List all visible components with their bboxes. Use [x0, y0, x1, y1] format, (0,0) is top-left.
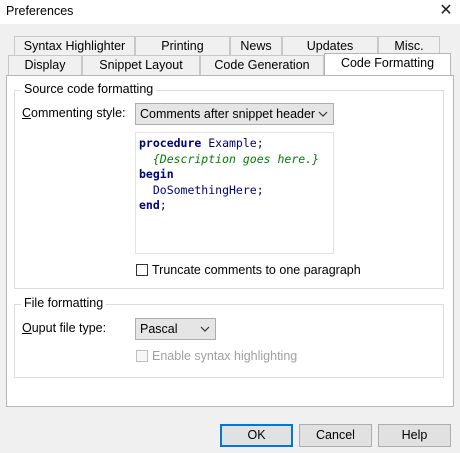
- code-token: Example;: [201, 136, 264, 150]
- tab-snippet-layout[interactable]: Snippet Layout: [82, 55, 200, 75]
- code-line: procedure Example;: [139, 136, 333, 152]
- code-token: begin: [139, 167, 174, 181]
- file-group-title: File formatting: [21, 296, 107, 310]
- truncate-comments-checkbox[interactable]: [136, 264, 148, 276]
- tab-news[interactable]: News: [230, 36, 282, 55]
- output-file-type-value: Pascal: [140, 322, 178, 336]
- code-line: begin: [139, 167, 333, 183]
- enable-syntax-highlighting-label: Enable syntax highlighting: [152, 349, 298, 363]
- commenting-style-value: Comments after snippet header: [140, 107, 316, 121]
- code-token: end: [139, 198, 160, 212]
- code-token: ;: [159, 198, 167, 212]
- tab-code-formatting[interactable]: Code Formatting: [324, 53, 451, 75]
- close-icon[interactable]: ✕: [436, 1, 456, 21]
- tab-printing[interactable]: Printing: [135, 36, 230, 55]
- file-formatting-group: File formatting: [14, 296, 444, 378]
- commenting-style-label: Commenting style:: [22, 106, 126, 120]
- code-preview: procedure Example; {Description goes her…: [135, 132, 334, 254]
- code-token: DoSomethingHere;: [139, 182, 264, 197]
- output-file-type-dropdown[interactable]: Pascal: [135, 318, 216, 340]
- code-line: {Description goes here.}: [139, 152, 333, 168]
- tab-code-generation[interactable]: Code Generation: [200, 55, 324, 75]
- chevron-down-icon: [200, 326, 210, 332]
- title-bar: Preferences ✕: [0, 0, 460, 24]
- chevron-down-icon: [318, 111, 328, 117]
- tab-display[interactable]: Display: [8, 55, 82, 75]
- output-file-type-label: Ouput file type:: [22, 321, 107, 335]
- enable-syntax-highlighting-checkbox[interactable]: [136, 350, 148, 362]
- help-button[interactable]: Help: [378, 424, 451, 447]
- ok-button[interactable]: OK: [220, 424, 293, 447]
- truncate-comments-label[interactable]: Truncate comments to one paragraph: [152, 263, 361, 277]
- source-group-title: Source code formatting: [21, 82, 157, 96]
- code-line: end;: [139, 198, 333, 214]
- code-token: procedure: [139, 136, 202, 150]
- code-token: {Description goes here.}: [139, 151, 320, 166]
- code-line: DoSomethingHere;: [139, 183, 333, 199]
- window-title: Preferences: [6, 4, 74, 18]
- tab-syntax-highlighter[interactable]: Syntax Highlighter: [14, 36, 135, 55]
- cancel-button[interactable]: Cancel: [299, 424, 372, 447]
- commenting-style-dropdown[interactable]: Comments after snippet header: [135, 103, 334, 125]
